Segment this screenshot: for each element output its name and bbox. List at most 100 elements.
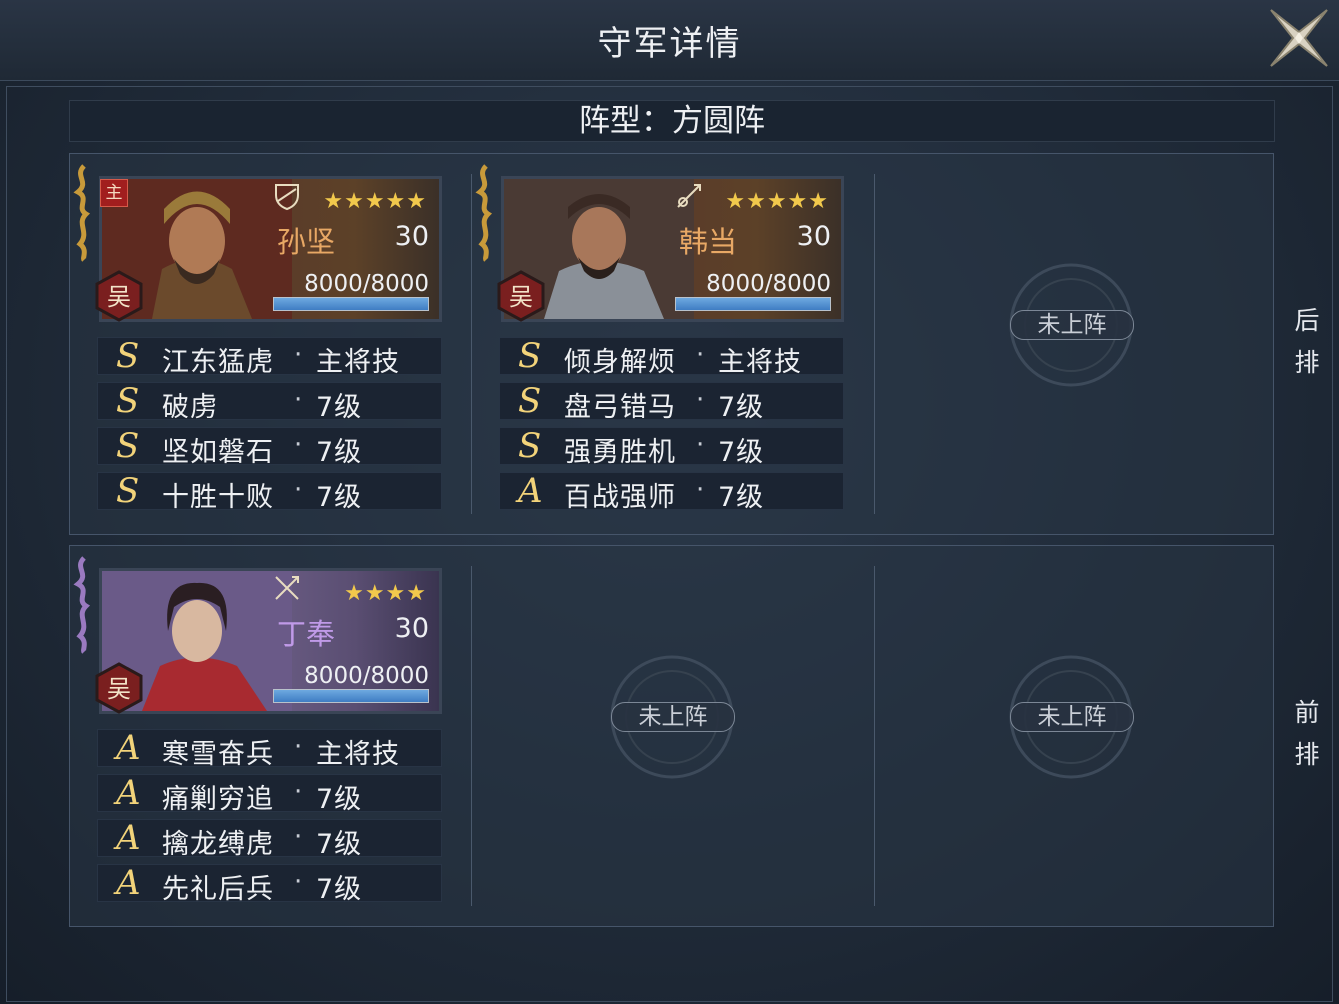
separator-dot: · [294, 867, 303, 897]
front-row-panel: ★★★★ 丁奉 30 8000/8000 吴 A 寒雪奋兵 · 主将技 A 痛剿… [69, 545, 1274, 927]
skill-row[interactable]: S 破虏 · 7级 [97, 381, 442, 423]
skill-grade: S [518, 381, 542, 421]
star-rating: ★★★★★ [323, 189, 427, 214]
troop-bar [273, 689, 429, 703]
skill-grade: S [518, 336, 542, 376]
separator-dot: · [696, 430, 705, 460]
skill-level: 7级 [718, 392, 765, 423]
separator-dot: · [294, 385, 303, 415]
row-label-char: 前 [1294, 698, 1320, 727]
faction-label: 吴 [107, 283, 131, 311]
troop-bar-fill [676, 298, 830, 310]
formation-label: 阵型：方圆阵 [69, 100, 1275, 142]
faction-wu-icon: 吴 [95, 662, 143, 714]
back-row-label: 后 排 [1290, 300, 1324, 384]
separator-dot: · [696, 340, 705, 370]
crossed-weapons-icon [275, 576, 299, 600]
empty-slot[interactable]: 未上阵 [607, 652, 747, 792]
hero-level: 30 [796, 221, 831, 252]
troop-bar-fill [274, 298, 428, 310]
troop-count: 8000/8000 [304, 663, 429, 689]
hero-level: 30 [394, 221, 429, 252]
skill-level: 7级 [718, 482, 765, 513]
separator-dot: · [294, 822, 303, 852]
star-rating: ★★★★ [344, 581, 427, 606]
skill-row[interactable]: A 擒龙缚虎 · 7级 [97, 818, 442, 860]
skill-name: 十胜十败 [162, 482, 274, 513]
row-label-char: 排 [1294, 348, 1320, 377]
row-divider [874, 174, 875, 514]
separator-dot: · [294, 777, 303, 807]
shield-icon [275, 184, 299, 211]
troop-count: 8000/8000 [304, 271, 429, 297]
skill-row[interactable]: S 盘弓错马 · 7级 [499, 381, 844, 423]
skill-grade: S [116, 426, 140, 466]
hero-name: 孙坚 [277, 225, 336, 259]
skill-name: 擒龙缚虎 [162, 829, 274, 860]
skill-grade: S [116, 336, 140, 376]
skill-level: 7级 [316, 392, 363, 423]
hero-name: 韩当 [679, 225, 738, 259]
skill-grade: A [116, 773, 141, 813]
skill-level: 7级 [316, 829, 363, 860]
front-row-label: 前 排 [1290, 692, 1324, 776]
skill-level: 7级 [316, 437, 363, 468]
skill-grade: A [116, 728, 141, 768]
skill-name: 倾身解烦 [564, 347, 676, 378]
empty-slot[interactable]: 未上阵 [1006, 260, 1146, 400]
skill-row[interactable]: A 百战强师 · 7级 [499, 471, 844, 513]
skill-level: 主将技 [718, 347, 802, 378]
skill-name: 破虏 [162, 392, 218, 423]
empty-slot-label: 未上阵 [1010, 310, 1134, 340]
skill-level: 7级 [316, 482, 363, 513]
separator-dot: · [696, 475, 705, 505]
skill-row[interactable]: A 先礼后兵 · 7级 [97, 863, 442, 905]
row-divider [471, 566, 472, 906]
troop-bar-fill [274, 690, 428, 702]
troop-count: 8000/8000 [706, 271, 831, 297]
spear-icon [677, 184, 701, 208]
faction-wu-icon: 吴 [95, 270, 143, 322]
empty-slot-label: 未上阵 [1010, 702, 1134, 732]
skill-name: 百战强师 [564, 482, 676, 513]
skill-row[interactable]: A 痛剿穷追 · 7级 [97, 773, 442, 815]
empty-slot[interactable]: 未上阵 [1006, 652, 1146, 792]
hero-level: 30 [394, 613, 429, 644]
skill-level: 主将技 [316, 739, 400, 770]
row-divider [874, 566, 875, 906]
skill-level: 7级 [316, 784, 363, 815]
faction-label: 吴 [509, 283, 533, 311]
skill-grade: S [116, 381, 140, 421]
skill-grade: A [116, 818, 141, 858]
skill-row[interactable]: S 十胜十败 · 7级 [97, 471, 442, 513]
skill-row[interactable]: A 寒雪奋兵 · 主将技 [97, 728, 442, 770]
faction-wu-icon: 吴 [497, 270, 545, 322]
skill-level: 主将技 [316, 347, 400, 378]
skill-name: 坚如磐石 [162, 437, 274, 468]
empty-slot-label: 未上阵 [611, 702, 735, 732]
hero-portrait[interactable]: ★★★★★ 孙坚 30 8000/8000 [99, 176, 442, 322]
skill-grade: A [116, 863, 141, 903]
skill-row[interactable]: S 坚如磐石 · 7级 [97, 426, 442, 468]
skill-grade: S [116, 471, 140, 511]
separator-dot: · [294, 475, 303, 505]
rank-ornament-icon [73, 164, 91, 262]
skill-name: 强勇胜机 [564, 437, 676, 468]
skill-level: 7级 [718, 437, 765, 468]
rank-ornament-icon [475, 164, 493, 262]
troop-bar [273, 297, 429, 311]
skill-level: 7级 [316, 874, 363, 905]
skill-row[interactable]: S 江东猛虎 · 主将技 [97, 336, 442, 378]
row-label-char: 后 [1294, 306, 1320, 335]
separator-dot: · [294, 430, 303, 460]
separator-dot: · [294, 732, 303, 762]
skill-name: 盘弓错马 [564, 392, 676, 423]
skill-row[interactable]: S 强勇胜机 · 7级 [499, 426, 844, 468]
skill-row[interactable]: S 倾身解烦 · 主将技 [499, 336, 844, 378]
hero-portrait[interactable]: ★★★★★ 韩当 30 8000/8000 [501, 176, 844, 322]
close-x-icon[interactable] [1263, 2, 1335, 74]
separator-dot: · [294, 340, 303, 370]
skill-name: 痛剿穷追 [162, 784, 274, 815]
hero-portrait[interactable]: ★★★★ 丁奉 30 8000/8000 [99, 568, 442, 714]
skill-name: 寒雪奋兵 [162, 739, 274, 770]
